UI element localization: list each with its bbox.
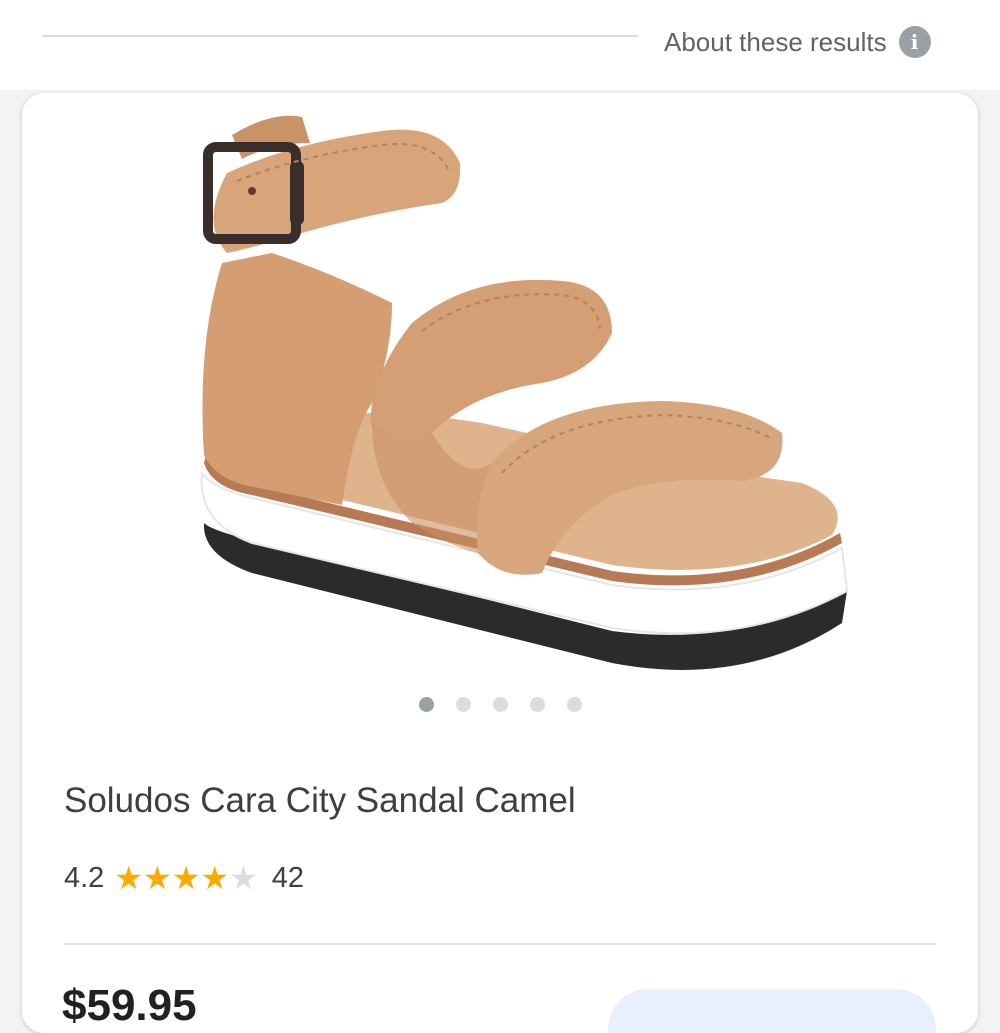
star-icon: ★ xyxy=(171,860,201,896)
product-price: $59.95 xyxy=(62,981,197,1030)
info-icon: i xyxy=(898,26,931,58)
carousel-dot-1[interactable] xyxy=(418,697,434,712)
carousel-dot-3[interactable] xyxy=(492,697,508,712)
product-rating[interactable]: 4.2 ★ ★ ★ ★ ★ 42 xyxy=(64,858,304,898)
carousel-dot-5[interactable] xyxy=(566,697,582,712)
results-header: About these results i xyxy=(0,0,1000,90)
carousel-dot-2[interactable] xyxy=(455,697,471,712)
product-image[interactable] xyxy=(142,103,862,683)
header-divider xyxy=(42,35,638,37)
star-icon: ★ xyxy=(200,860,230,896)
review-count[interactable]: 42 xyxy=(272,862,304,895)
star-empty-icon: ★ xyxy=(229,860,258,896)
card-divider xyxy=(64,943,936,945)
about-these-results-link[interactable]: About these results i xyxy=(664,24,931,60)
product-card[interactable]: Soludos Cara City Sandal Camel 4.2 ★ ★ ★… xyxy=(22,93,978,1033)
carousel-dot-4[interactable] xyxy=(529,697,545,712)
rating-value: 4.2 xyxy=(64,861,105,894)
image-carousel-dots xyxy=(22,697,978,717)
about-label: About these results xyxy=(664,26,887,57)
product-title[interactable]: Soludos Cara City Sandal Camel xyxy=(64,781,576,821)
star-icon: ★ xyxy=(114,860,144,896)
rating-stars: ★ ★ ★ ★ ★ xyxy=(114,862,257,894)
view-store-button[interactable] xyxy=(608,989,936,1033)
star-icon: ★ xyxy=(143,860,172,896)
